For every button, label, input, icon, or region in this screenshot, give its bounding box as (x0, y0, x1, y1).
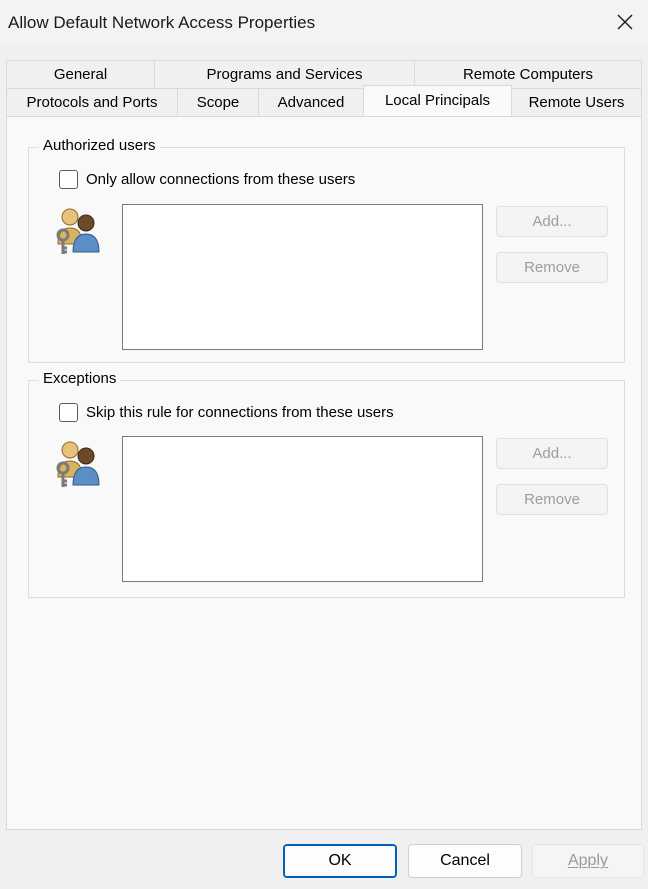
title-bar: Allow Default Network Access Properties (0, 0, 648, 46)
tab-label: Remote Computers (462, 66, 594, 83)
tab-programs-and-services[interactable]: Programs and Services (154, 60, 415, 88)
tab-label: Scope (196, 94, 240, 111)
tab-advanced[interactable]: Advanced (258, 88, 364, 116)
tab-scope[interactable]: Scope (177, 88, 259, 116)
tab-remote-users[interactable]: Remote Users (511, 88, 642, 116)
authorized-users-group: Authorized users Only allow connections … (28, 137, 625, 363)
button-label: Apply (567, 852, 609, 869)
only-allow-checkbox[interactable] (59, 170, 78, 189)
tab-local-principals[interactable]: Local Principals (363, 85, 512, 116)
group-label: Exceptions (39, 370, 121, 387)
checkbox-label: Skip this rule for connections from thes… (86, 404, 394, 421)
authorized-remove-button[interactable]: Remove (496, 252, 608, 283)
button-label: Remove (524, 259, 580, 276)
tab-label: Protocols and Ports (26, 94, 158, 111)
users-key-icon (56, 441, 100, 487)
exceptions-add-button[interactable]: Add... (496, 438, 608, 469)
skip-rule-checkbox-row[interactable]: Skip this rule for connections from thes… (59, 403, 394, 422)
tab-protocols-and-ports[interactable]: Protocols and Ports (6, 88, 178, 116)
authorized-add-button[interactable]: Add... (496, 206, 608, 237)
button-label: Remove (524, 491, 580, 508)
cancel-button[interactable]: Cancel (408, 844, 522, 878)
button-label: Add... (532, 213, 572, 230)
button-label: OK (328, 852, 352, 869)
button-label: Cancel (440, 852, 490, 869)
tab-label: Remote Users (528, 94, 625, 111)
ok-button[interactable]: OK (283, 844, 397, 878)
tab-label: Local Principals (384, 92, 491, 109)
apply-button[interactable]: Apply (532, 844, 644, 878)
tab-label: General (53, 66, 108, 83)
close-icon (617, 14, 633, 30)
close-button[interactable] (602, 0, 648, 44)
tab-label: Advanced (277, 94, 345, 111)
tab-remote-computers[interactable]: Remote Computers (414, 60, 642, 88)
group-label: Authorized users (39, 137, 160, 154)
exceptions-group: Exceptions Skip this rule for connection… (28, 370, 625, 598)
skip-rule-checkbox[interactable] (59, 403, 78, 422)
only-allow-checkbox-row[interactable]: Only allow connections from these users (59, 170, 355, 189)
window-title: Allow Default Network Access Properties (8, 13, 316, 32)
exceptions-remove-button[interactable]: Remove (496, 484, 608, 515)
tab-label: Programs and Services (206, 66, 363, 83)
button-label: Add... (532, 445, 572, 462)
users-key-icon (56, 208, 100, 254)
tab-panel-local-principals: Authorized users Only allow connections … (6, 116, 642, 830)
tab-general[interactable]: General (6, 60, 155, 88)
exceptions-users-list[interactable] (122, 436, 483, 582)
checkbox-label: Only allow connections from these users (86, 171, 356, 188)
authorized-users-list[interactable] (122, 204, 483, 350)
